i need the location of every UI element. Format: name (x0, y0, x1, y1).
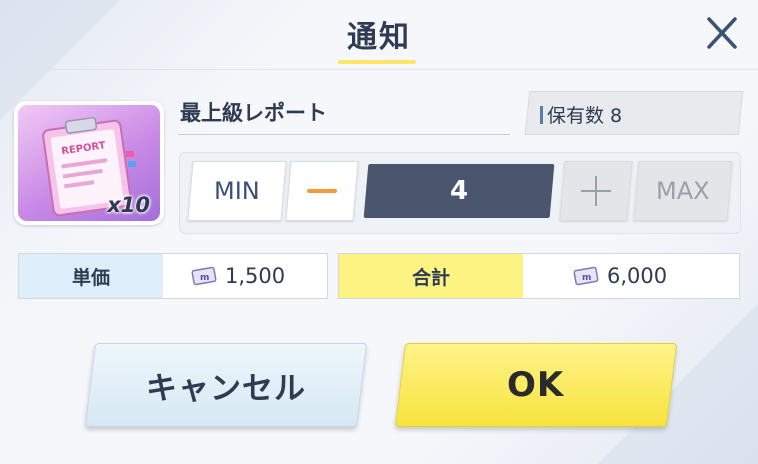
ticket-icon: m (573, 266, 599, 286)
total-price-value: 6,000 (607, 264, 668, 288)
unit-price-box: 単価 m 1,500 (18, 253, 328, 299)
unit-price-value-row: m 1,500 (191, 254, 285, 298)
plus-icon (581, 176, 611, 206)
total-price-box: 合計 m 6,000 (338, 253, 740, 299)
ticket-icon: m (191, 266, 217, 286)
ok-button[interactable]: OK (394, 343, 678, 427)
title-underline (338, 60, 416, 64)
quantity-field[interactable]: 4 (363, 164, 555, 218)
owned-marker (540, 106, 543, 124)
bundle-quantity: x10 (107, 193, 150, 217)
unit-price-value: 1,500 (225, 264, 286, 288)
max-label: MAX (656, 177, 710, 205)
dialog-title: 通知 (347, 20, 411, 55)
minus-icon (307, 189, 337, 193)
max-button[interactable]: MAX (633, 161, 733, 221)
close-button[interactable] (700, 14, 744, 54)
cancel-label: キャンセル (146, 370, 306, 407)
owned-count-label: 保有数 8 (547, 105, 623, 127)
min-button[interactable]: MIN (187, 161, 287, 221)
owned-count: 保有数 8 (540, 101, 622, 128)
cancel-button[interactable]: キャンセル (84, 343, 368, 427)
item-name: 最上級レポート (180, 101, 327, 125)
total-price-value-row: m 6,000 (573, 254, 667, 298)
total-price-label: 合計 (339, 254, 523, 298)
quantity-value: 4 (449, 176, 469, 206)
header-divider (0, 69, 758, 70)
min-label: MIN (214, 177, 260, 205)
item-name-underline (178, 134, 510, 135)
unit-price-label: 単価 (19, 254, 163, 298)
close-icon (707, 17, 737, 49)
dialog-header: 通知 (0, 0, 758, 70)
svg-text:m: m (582, 273, 591, 283)
decrement-button[interactable] (285, 161, 359, 221)
ok-label: OK (507, 365, 565, 405)
increment-button[interactable] (559, 161, 633, 221)
item-icon-card: REPORT x10 (14, 101, 164, 225)
svg-text:m: m (200, 273, 209, 283)
